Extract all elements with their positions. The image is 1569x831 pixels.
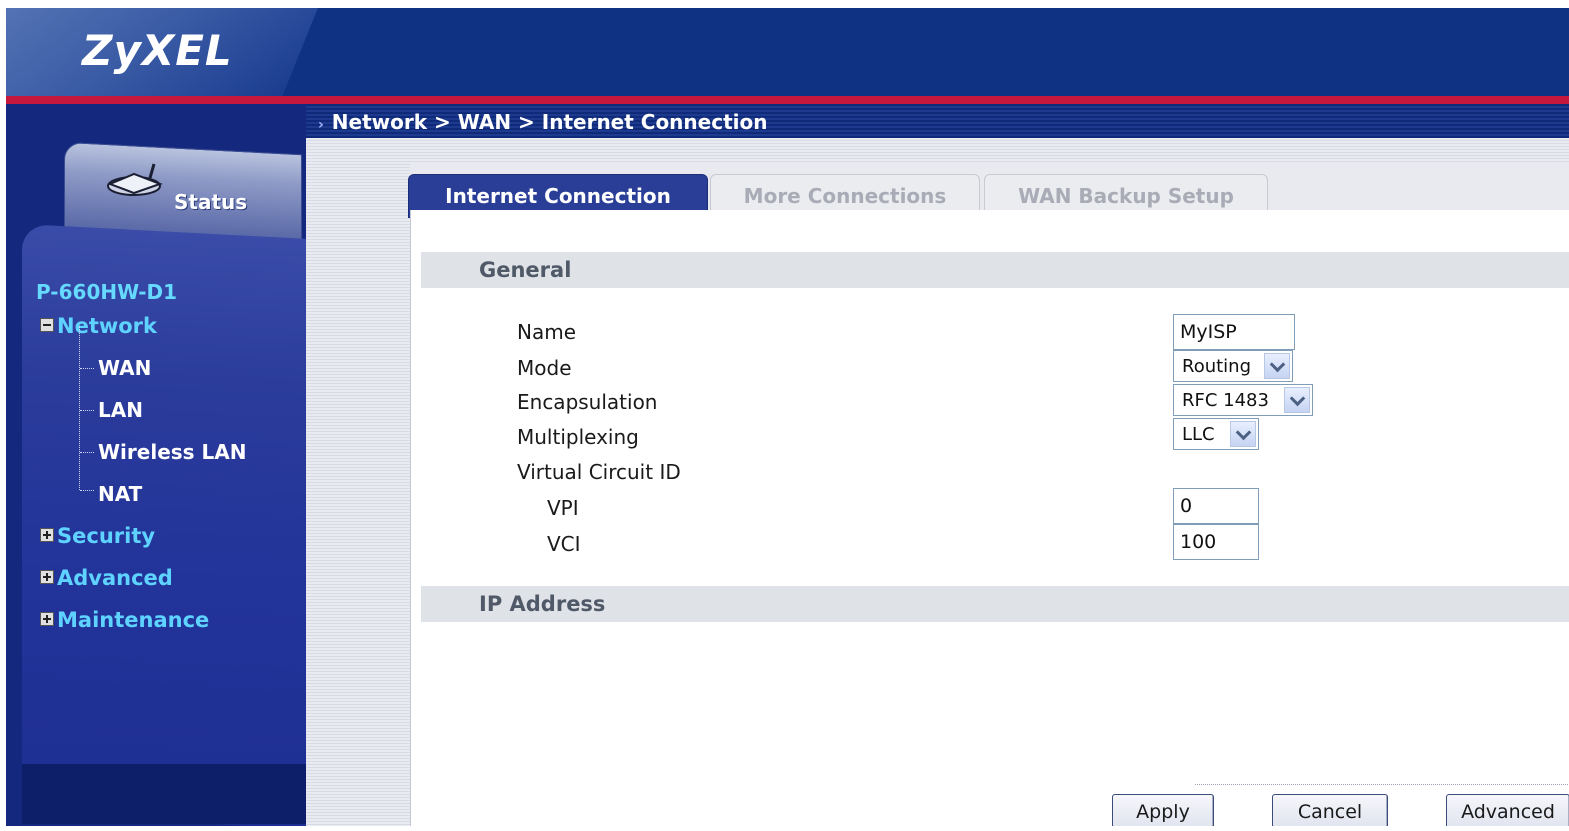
- settings-panel: General Name Mode Routing Encapsulation …: [410, 210, 1569, 826]
- breadcrumb-bar: › Network > WAN > Internet Connection: [306, 104, 1569, 138]
- breadcrumb-arrow-icon: ›: [318, 117, 324, 133]
- tree-branch: [80, 490, 94, 492]
- encapsulation-select[interactable]: RFC 1483: [1173, 384, 1313, 416]
- vpi-input[interactable]: [1173, 488, 1259, 524]
- tree-branch: [80, 452, 94, 454]
- tree-branch: [80, 368, 94, 370]
- content-area: Internet Connection More Connections WAN…: [306, 138, 1569, 826]
- virtual-circuit-id-label: Virtual Circuit ID: [517, 460, 681, 484]
- menu-panel-shadow: [22, 764, 306, 824]
- section-title: General: [479, 258, 572, 282]
- breadcrumb-text: Network > WAN > Internet Connection: [331, 110, 768, 134]
- mode-select-value: Routing: [1182, 355, 1252, 377]
- multiplexing-select-value: LLC: [1182, 423, 1215, 445]
- header-divider: [6, 96, 1569, 104]
- section-ip-address: IP Address: [421, 586, 1569, 622]
- multiplexing-select[interactable]: LLC: [1173, 418, 1259, 450]
- multiplexing-label: Multiplexing: [517, 425, 639, 449]
- sidebar: Status P-660HW-D1 Network WAN LAN Wirele…: [6, 104, 306, 826]
- cancel-button[interactable]: Cancel: [1272, 794, 1388, 826]
- advanced-button[interactable]: Advanced: [1446, 794, 1569, 826]
- sidebar-item-label: Network: [57, 314, 158, 338]
- sidebar-item-maintenance[interactable]: Maintenance: [40, 608, 209, 632]
- sidebar-item-security[interactable]: Security: [40, 524, 155, 548]
- zyxel-logo: ZyXEL: [82, 26, 233, 75]
- status-label[interactable]: Status: [174, 190, 247, 214]
- apply-button[interactable]: Apply: [1112, 794, 1214, 826]
- section-title: IP Address: [479, 592, 606, 616]
- sidebar-item-nat[interactable]: NAT: [98, 482, 142, 506]
- breadcrumb: › Network > WAN > Internet Connection: [318, 110, 767, 134]
- sidebar-item-wan[interactable]: WAN: [98, 356, 151, 380]
- encapsulation-label: Encapsulation: [517, 390, 658, 414]
- chevron-down-icon[interactable]: [1284, 387, 1310, 413]
- section-general: General: [421, 252, 1569, 288]
- name-input[interactable]: [1173, 314, 1295, 350]
- vci-label: VCI: [547, 532, 581, 556]
- name-label: Name: [517, 320, 577, 344]
- sidebar-item-wireless-lan[interactable]: Wireless LAN: [98, 440, 247, 464]
- expand-icon[interactable]: [40, 612, 54, 626]
- button-divider: [1195, 784, 1569, 786]
- expand-icon[interactable]: [40, 528, 54, 542]
- content-left-margin: [306, 138, 410, 826]
- mode-label: Mode: [517, 356, 572, 380]
- encapsulation-select-value: RFC 1483: [1182, 389, 1269, 411]
- top-header: ZyXEL: [6, 8, 1569, 96]
- expand-icon[interactable]: [40, 570, 54, 584]
- sidebar-item-label: Maintenance: [57, 608, 210, 632]
- collapse-icon[interactable]: [40, 318, 54, 332]
- device-model[interactable]: P-660HW-D1: [36, 280, 177, 304]
- vpi-label: VPI: [547, 496, 579, 520]
- sidebar-item-advanced[interactable]: Advanced: [40, 566, 173, 590]
- mode-select[interactable]: Routing: [1173, 350, 1293, 382]
- sidebar-item-lan[interactable]: LAN: [98, 398, 143, 422]
- content-top-margin: [410, 138, 1569, 164]
- tree-branch: [80, 410, 94, 412]
- tab-strip: Internet Connection More Connections WAN…: [408, 164, 1569, 218]
- chevron-down-icon[interactable]: [1230, 421, 1256, 447]
- browser-viewport: ZyXEL Status P-660HW-D1 Network WAN LAN …: [6, 8, 1569, 826]
- router-icon[interactable]: [104, 162, 168, 198]
- vci-input[interactable]: [1173, 524, 1259, 560]
- sidebar-item-label: Security: [57, 524, 156, 548]
- sidebar-item-network[interactable]: Network: [40, 314, 157, 338]
- chevron-down-icon[interactable]: [1264, 353, 1290, 379]
- tree-connector: [79, 326, 81, 490]
- sidebar-item-label: Advanced: [57, 566, 173, 590]
